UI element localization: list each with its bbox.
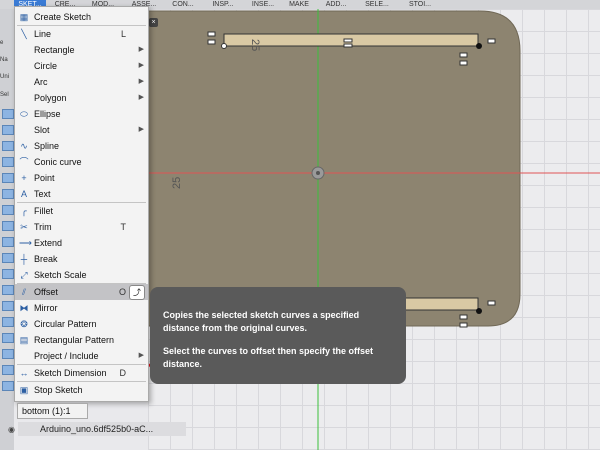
menu-item-label: Project / Include [34,351,99,361]
trim-icon: ✂ [20,222,28,232]
point-icon: + [21,173,27,183]
menu-item-label: Break [34,254,58,264]
menu-item-label: Sketch Scale [34,270,87,280]
extend-icon: ⟶ [19,238,32,248]
menu-item-spline[interactable]: ∿ Spline [15,138,148,154]
menu-item-label: Rectangle [34,45,75,55]
menu-item-label: Text [34,189,51,199]
browser-item-bottom[interactable]: bottom (1):1 [17,403,88,419]
menu-item-text[interactable]: A Text [15,186,148,202]
menu-item-trim[interactable]: ✂ Trim T [15,219,148,235]
submenu-arrow-icon: ▶ [138,126,144,133]
menu-item-label: Extend [34,238,63,248]
menu-item-create-sketch[interactable]: ▦ Create Sketch [15,9,148,25]
sketch-menu: ▦ Create Sketch ╲ Line L Rectangle ▶ Circle ▶ Arc… [14,6,149,402]
text-icon: A [20,189,27,199]
circular-pattern-icon: ❂ [20,319,28,329]
menu-item-label: Slot [34,125,50,135]
menu-item-slot[interactable]: Slot ▶ [15,122,148,138]
menu-item-label: Trim [34,222,52,232]
menu-item-label: Line [34,29,52,39]
menu-item-offset[interactable]: ⫽ Offset O ⤴ [15,284,148,300]
ellipse-icon: ⬭ [20,109,28,119]
menu-item-label: Sketch Dimension [34,368,107,378]
menu-item-label: Create Sketch [34,12,92,22]
menu-item-label: Arc [34,77,48,87]
spline-icon: ∿ [20,141,28,151]
menu-item-label: Rectangular Pattern [34,335,115,345]
menu-item-label: Polygon [34,93,67,103]
tooltip-description: Copies the selected sketch curves a spec… [163,310,360,333]
menu-item-extend[interactable]: ⟶ Extend [15,235,148,251]
menu-item-point[interactable]: + Point [15,170,148,186]
browser-item-file[interactable]: Arduino_uno.6df525b0-aC... [18,422,186,436]
menu-item-rectangular-pattern[interactable]: ▤ Rectangular Pattern [15,332,148,348]
menu-item-fillet[interactable]: ╭ Fillet [15,203,148,219]
menu-item-label: Offset [34,287,58,297]
menu-item-label: Mirror [34,303,58,313]
break-icon: ┼ [20,254,28,264]
create-sketch-icon: ▦ [19,12,29,22]
submenu-arrow-icon: ▶ [138,94,144,101]
offset-tooltip: Copies the selected sketch curves a spec… [150,287,406,384]
shortcut-key: O [118,287,126,297]
conic-curve-icon: ⌒ [19,157,29,167]
menu-item-polygon[interactable]: Polygon ▶ [15,90,148,106]
menu-item-label: Spline [34,141,60,151]
menu-item-ellipse[interactable]: ⬭ Ellipse [15,106,148,122]
marking-menu-icon[interactable]: ⤴ [129,285,145,300]
mirror-icon: ⧓ [19,303,29,313]
shortcut-key: D [119,368,127,378]
menu-item-label: Stop Sketch [34,385,83,395]
menu-item-circular-pattern[interactable]: ❂ Circular Pattern [15,316,148,332]
stop-sketch-icon: ▣ [19,385,29,395]
menu-item-project-include[interactable]: Project / Include ▶ [15,348,148,364]
menu-item-arc[interactable]: Arc ▶ [15,74,148,90]
menu-item-stop-sketch[interactable]: ▣ Stop Sketch [15,382,148,398]
submenu-arrow-icon: ▶ [138,78,144,85]
menu-item-line[interactable]: ╲ Line L [15,26,148,42]
menu-item-rectangle[interactable]: Rectangle ▶ [15,42,148,58]
line-icon: ╲ [21,29,27,39]
submenu-arrow-icon: ▶ [138,62,144,69]
sketch-scale-icon: ⤢ [20,270,28,280]
menu-item-circle[interactable]: Circle ▶ [15,58,148,74]
submenu-arrow-icon: ▶ [138,46,144,53]
tooltip-instruction: Select the curves to offset then specify… [163,346,374,369]
sketch-dimension-icon: ↔ [19,368,29,378]
fillet-icon: ╭ [21,206,27,216]
menu-item-label: Circle [34,61,58,71]
offset-icon: ⫽ [21,287,26,297]
menu-item-sketch-dimension[interactable]: ↔ Sketch Dimension D [15,365,148,381]
rectangular-pattern-icon: ▤ [19,335,29,345]
menu-item-sketch-scale[interactable]: ⤢ Sketch Scale [15,267,148,283]
menu-item-label: Circular Pattern [34,319,97,329]
shortcut-key: L [120,29,126,39]
menu-item-label: Point [34,173,55,183]
menu-item-break[interactable]: ┼ Break [15,251,148,267]
eye-icon[interactable]: ◉ [8,425,15,434]
menu-item-mirror[interactable]: ⧓ Mirror [15,300,148,316]
shortcut-key: T [120,222,127,232]
menu-item-label: Fillet [34,206,54,216]
menu-item-conic-curve[interactable]: ⌒ Conic curve [15,154,148,170]
menu-item-label: Conic curve [34,157,82,167]
menu-item-label: Ellipse [34,109,61,119]
submenu-arrow-icon: ▶ [138,352,144,359]
